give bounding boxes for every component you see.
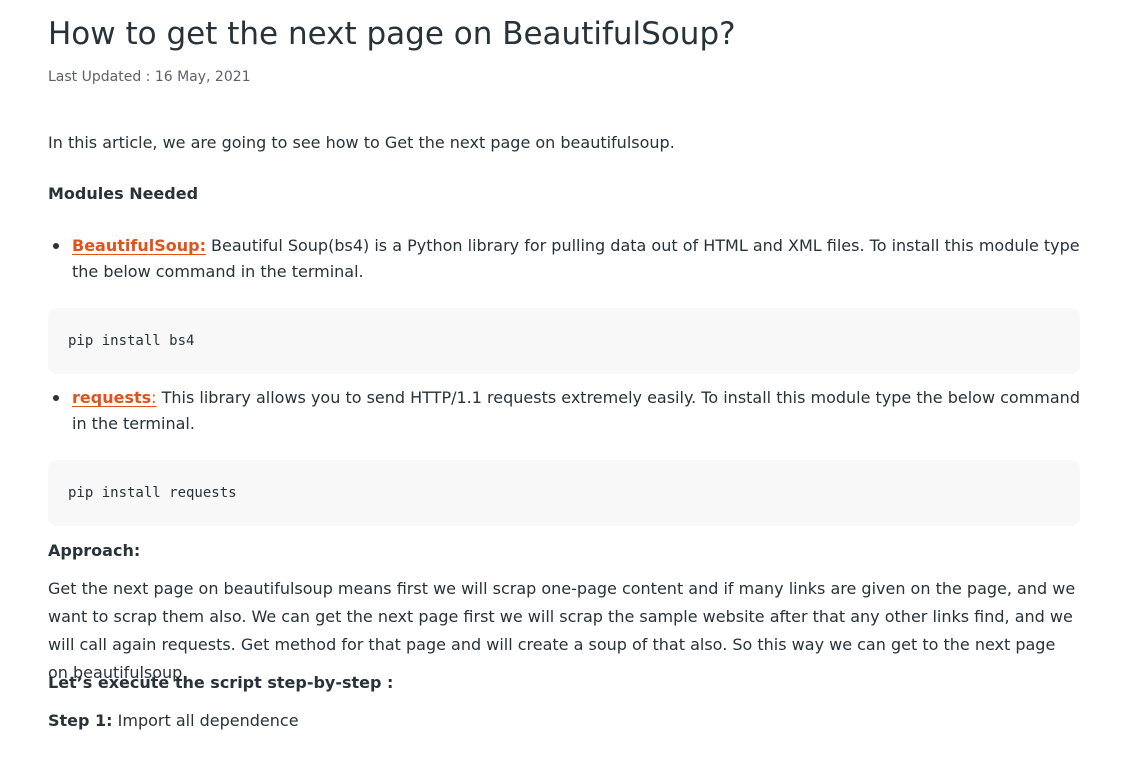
step-1-paragraph: Step 1: Import all dependence xyxy=(48,707,299,735)
step-1-text: Import all dependence xyxy=(112,711,299,730)
bullet-dot xyxy=(53,395,59,401)
article-title: How to get the next page on BeautifulSou… xyxy=(48,16,736,52)
last-updated: Last Updated : 16 May, 2021 xyxy=(48,69,251,85)
list-item-beautifulsoup: BeautifulSoup: Beautiful Soup(bs4) is a … xyxy=(48,233,1080,285)
beautifulsoup-description: Beautiful Soup(bs4) is a Python library … xyxy=(72,236,1080,281)
beautifulsoup-link[interactable]: BeautifulSoup: xyxy=(72,236,206,255)
list-item-text: requests: This library allows you to sen… xyxy=(72,385,1080,437)
approach-heading: Approach: xyxy=(48,541,141,560)
list-item-requests: requests: This library allows you to sen… xyxy=(48,385,1080,437)
intro-paragraph: In this article, we are going to see how… xyxy=(48,133,675,152)
code-block-install-bs4: pip install bs4 xyxy=(48,308,1080,374)
execute-heading: Let’s execute the script step-by-step : xyxy=(48,673,394,692)
step-1-label: Step 1: xyxy=(48,711,113,730)
list-item-text: BeautifulSoup: Beautiful Soup(bs4) is a … xyxy=(72,233,1080,285)
bullet-dot xyxy=(53,243,59,249)
modules-heading: Modules Needed xyxy=(48,184,199,203)
requests-description: This library allows you to send HTTP/1.1… xyxy=(72,388,1080,433)
requests-link[interactable]: requests xyxy=(72,388,151,407)
code-block-install-requests: pip install requests xyxy=(48,460,1080,526)
